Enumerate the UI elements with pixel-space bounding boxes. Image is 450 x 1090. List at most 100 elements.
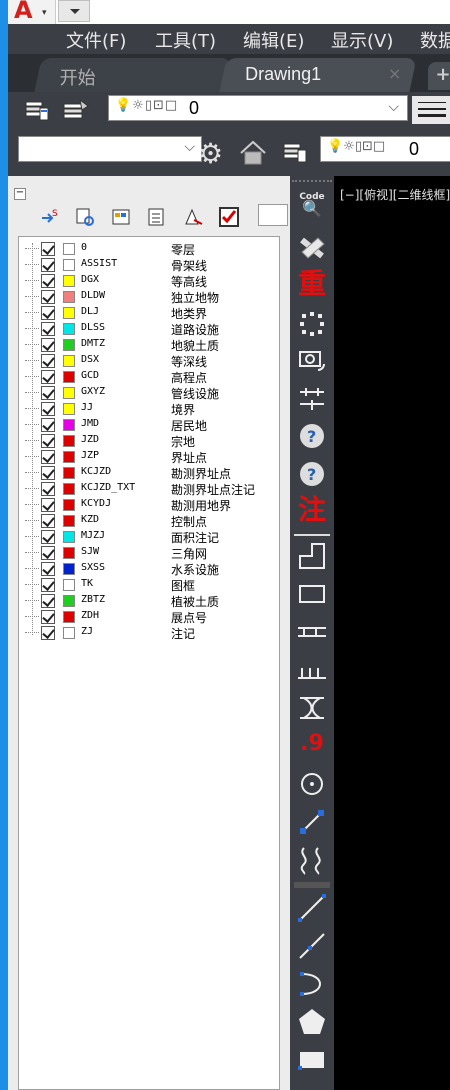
layer-row[interactable]: ZBTZ 植被土质: [19, 593, 281, 609]
layer-visible-checkbox[interactable]: [41, 546, 55, 560]
layer-visible-checkbox[interactable]: [41, 322, 55, 336]
layer-visible-checkbox[interactable]: [41, 418, 55, 432]
bridge-icon[interactable]: [296, 692, 328, 724]
rectangle-icon[interactable]: [296, 578, 328, 610]
layer-visible-checkbox[interactable]: [41, 258, 55, 272]
layer-visible-checkbox[interactable]: [41, 354, 55, 368]
layer-dropdown-secondary[interactable]: 💡☼▯⊡□ 0: [320, 136, 450, 162]
drawing-canvas[interactable]: [−][俯视][二维线框]: [334, 176, 450, 1090]
layer-row[interactable]: DGX 等高线: [19, 273, 281, 289]
elevation-point-tool[interactable]: .9: [296, 728, 328, 760]
rectangle-fill-icon[interactable]: [296, 1044, 328, 1076]
layer-properties-icon[interactable]: [280, 138, 310, 166]
layer-color-swatch[interactable]: [63, 515, 75, 527]
layer-visible-checkbox[interactable]: [41, 402, 55, 416]
help-icon[interactable]: ?: [296, 420, 328, 452]
layer-color-swatch[interactable]: [63, 323, 75, 335]
layer-visible-checkbox[interactable]: [41, 578, 55, 592]
layer-color-swatch[interactable]: [63, 595, 75, 607]
layer-visible-checkbox[interactable]: [41, 530, 55, 544]
scale-arrow-icon[interactable]: [296, 806, 328, 838]
quick-access-dropdown-button[interactable]: [58, 0, 90, 22]
layer-visible-checkbox[interactable]: [41, 370, 55, 384]
gear-icon[interactable]: ⚙: [198, 140, 223, 168]
layer-color-swatch[interactable]: [63, 579, 75, 591]
layer-row[interactable]: JZD 宗地: [19, 433, 281, 449]
layer-visible-checkbox[interactable]: [41, 242, 55, 256]
layer-visible-checkbox[interactable]: [41, 514, 55, 528]
layer-row[interactable]: KZD 控制点: [19, 513, 281, 529]
layer-filter-icon[interactable]: [74, 206, 96, 228]
layer-visible-checkbox[interactable]: [41, 466, 55, 480]
layer-row[interactable]: KCYDJ 勘测用地界: [19, 497, 281, 513]
layer-row[interactable]: ASSIST 骨架线: [19, 257, 281, 273]
menu-view[interactable]: 显示(V): [331, 27, 393, 53]
layer-new-icon[interactable]: [110, 206, 132, 228]
layer-color-swatch[interactable]: [63, 339, 75, 351]
layer-color-swatch[interactable]: [63, 291, 75, 303]
layer-visible-checkbox[interactable]: [41, 610, 55, 624]
checkbox-red-check-icon[interactable]: [218, 206, 240, 228]
home-icon[interactable]: [238, 138, 268, 168]
heavy-text-tool[interactable]: 重: [296, 268, 328, 300]
layer-color-swatch[interactable]: [63, 403, 75, 415]
line-icon[interactable]: [296, 892, 328, 924]
layer-visible-checkbox[interactable]: [41, 498, 55, 512]
app-menu-button[interactable]: A ▾: [8, 0, 56, 24]
layer-visible-checkbox[interactable]: [41, 386, 55, 400]
layer-visible-checkbox[interactable]: [41, 434, 55, 448]
layer-row[interactable]: DLJ 地类界: [19, 305, 281, 321]
camera-rotate-icon[interactable]: [296, 344, 328, 376]
layer-import-icon[interactable]: S: [40, 206, 62, 228]
style-dropdown[interactable]: ⌵: [18, 136, 202, 162]
layer-visible-checkbox[interactable]: [41, 338, 55, 352]
layer-list-icon[interactable]: [146, 206, 168, 228]
arc-icon[interactable]: [296, 968, 328, 1000]
layer-row[interactable]: KCJZD_TXT 勘测界址点注记: [19, 481, 281, 497]
layer-row[interactable]: DMTZ 地貌土质: [19, 337, 281, 353]
layer-row[interactable]: KCJZD 勘测界址点: [19, 465, 281, 481]
layer-properties-icon[interactable]: [22, 96, 52, 124]
layer-row[interactable]: MJZJ 面积注记: [19, 529, 281, 545]
layer-filter-input[interactable]: [258, 204, 288, 226]
layer-delete-icon[interactable]: [182, 206, 204, 228]
layer-color-swatch[interactable]: [63, 611, 75, 623]
lineweight-button[interactable]: [412, 96, 450, 124]
panel-collapse-button[interactable]: −: [14, 188, 26, 200]
layer-color-swatch[interactable]: [63, 499, 75, 511]
layer-color-swatch[interactable]: [63, 563, 75, 575]
fence-line-icon[interactable]: [296, 616, 328, 648]
layer-row[interactable]: 0 零层: [19, 241, 281, 257]
layer-color-swatch[interactable]: [63, 243, 75, 255]
eraser-brush-icon[interactable]: [296, 232, 328, 264]
polyline-icon[interactable]: [296, 930, 328, 962]
layer-color-swatch[interactable]: [63, 531, 75, 543]
layer-row[interactable]: JZP 界址点: [19, 449, 281, 465]
layer-color-swatch[interactable]: [63, 451, 75, 463]
layer-color-swatch[interactable]: [63, 435, 75, 447]
menu-data[interactable]: 数据: [420, 27, 450, 53]
layer-visible-checkbox[interactable]: [41, 626, 55, 640]
layer-color-swatch[interactable]: [63, 547, 75, 559]
tab-close-icon[interactable]: ×: [388, 64, 401, 83]
dimension-tool-icon[interactable]: [296, 382, 328, 414]
layer-row[interactable]: JMD 居民地: [19, 417, 281, 433]
layer-visible-checkbox[interactable]: [41, 450, 55, 464]
layer-visible-checkbox[interactable]: [41, 562, 55, 576]
layer-dropdown[interactable]: 💡☼▯⊡□ 0 ⌵: [108, 95, 408, 121]
circle-point-icon[interactable]: [296, 768, 328, 800]
pentagon-icon[interactable]: [296, 1006, 328, 1038]
annotation-tool[interactable]: 注: [296, 494, 328, 526]
layer-color-swatch[interactable]: [63, 355, 75, 367]
layer-color-swatch[interactable]: [63, 275, 75, 287]
layer-row[interactable]: SXSS 水系设施: [19, 561, 281, 577]
tab-start[interactable]: 开始: [34, 58, 232, 92]
layer-states-icon[interactable]: [60, 96, 90, 124]
layer-visible-checkbox[interactable]: [41, 290, 55, 304]
layer-color-swatch[interactable]: [63, 371, 75, 383]
layer-color-swatch[interactable]: [63, 307, 75, 319]
layer-visible-checkbox[interactable]: [41, 594, 55, 608]
layer-row[interactable]: TK 图框: [19, 577, 281, 593]
menu-tools[interactable]: 工具(T): [155, 27, 216, 53]
point-grid-icon[interactable]: [296, 308, 328, 340]
